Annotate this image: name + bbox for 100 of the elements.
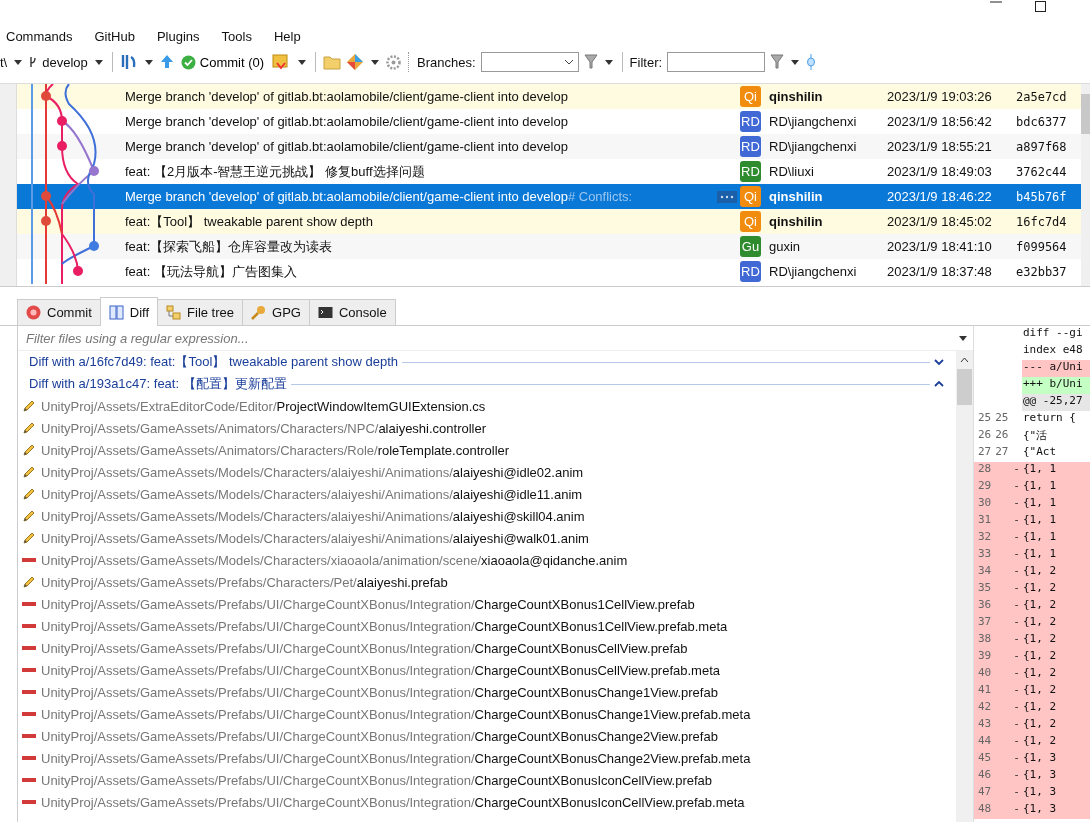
file-row[interactable]: UnityProj/Assets/GameAssets/Models/Characters/alaiyeshi/Animations/alaiyeshi@skill04.anim — [18, 505, 956, 527]
code-text: {1, 1 — [1022, 530, 1090, 547]
scrollbar-thumb[interactable] — [957, 369, 972, 405]
repository-label[interactable]: t\ — [0, 54, 8, 70]
commit-hash: bdc6377 — [1016, 114, 1067, 129]
file-row[interactable]: UnityProj/Assets/GameAssets/Models/Characters/xiaoaola/animation/scene/xiaoaola@qidanche.anim — [18, 549, 956, 571]
line-number: 39 — [978, 649, 992, 664]
filter-icon[interactable] — [583, 54, 598, 70]
line-number: 44 — [978, 734, 992, 749]
diff-group-header[interactable]: Diff with a/16fc7d49: feat:【Tool】 tweakable parent show depth — [18, 351, 956, 373]
caret-icon[interactable] — [791, 59, 800, 65]
tab[interactable]: File tree — [157, 299, 243, 325]
commit-row[interactable]: Merge branch 'develop' of gitlab.bt:aolamobile/client/game-client into develop# Conflicts: Qi qinshilin 2023/1/9 18:46:22 b45b76f — [17, 184, 1081, 209]
push-arrow-icon[interactable] — [159, 54, 174, 70]
commit-button[interactable]: Commit (0) — [178, 54, 267, 70]
code-text: @@ -25,27 — [1022, 394, 1090, 411]
file-row[interactable]: UnityProj/Assets/GameAssets/Animators/Characters/Role/roleTemplate.controller — [18, 439, 956, 461]
filter-icon[interactable] — [770, 54, 785, 70]
file-row[interactable]: UnityProj/Assets/GameAssets/Prefabs/Characters/Pet/alaiyeshi.prefab — [18, 571, 956, 593]
scrollbar-thumb[interactable] — [1081, 94, 1090, 134]
pencil-icon — [22, 509, 36, 523]
line-number: 36 — [978, 598, 992, 613]
line-number: 45 — [978, 751, 992, 766]
maximize-icon[interactable] — [1035, 1, 1046, 12]
code-text: {"活 — [1022, 428, 1049, 444]
removed-sign: - — [1013, 530, 1020, 545]
commit-row[interactable]: feat:【Tool】 tweakable parent show depth Qi qinshilin 2023/1/9 18:45:02 16fc7d4 — [17, 209, 1081, 234]
code-text: {1, 2 — [1022, 632, 1090, 649]
author-name: qinshilin — [769, 214, 824, 229]
commit-date: 2023/1/9 19:03:26 — [887, 89, 993, 104]
diff-group-header[interactable]: Diff with a/193a1c47: feat: 【配置】更新配置 — [18, 373, 956, 395]
caret-icon[interactable] — [604, 59, 613, 65]
menu-item[interactable]: Commands — [6, 28, 95, 44]
line-number: 25 — [978, 411, 992, 426]
scroll-up-icon[interactable] — [960, 357, 969, 363]
file-row[interactable]: UnityProj/Assets/GameAssets/Prefabs/UI/ChargeCountXBonus/Integration/ChargeCountXBonus1CellView.prefab — [18, 593, 956, 615]
file-row[interactable]: UnityProj/Assets/GameAssets/Prefabs/UI/ChargeCountXBonus/Integration/ChargeCountXBonusChange1View.prefab — [18, 681, 956, 703]
file-row[interactable]: UnityProj/Assets/GameAssets/Animators/Characters/NPC/alaiyeshi.controller — [18, 417, 956, 439]
line-number: 34 — [978, 564, 992, 579]
code-text: --- a/Uni — [1022, 360, 1090, 377]
commit-date: 2023/1/9 18:45:02 — [887, 214, 993, 229]
commit-hash: 2a5e7cd — [1016, 89, 1067, 104]
file-row[interactable]: UnityProj/Assets/GameAssets/Prefabs/UI/ChargeCountXBonus/Integration/ChargeCountXBonusCellView.prefab.meta — [18, 659, 956, 681]
caret-icon[interactable] — [371, 59, 380, 65]
file-row[interactable]: UnityProj/Assets/GameAssets/Models/Characters/alaiyeshi/Animations/alaiyeshi@idle11.anim — [18, 483, 956, 505]
author-avatar: Qi — [740, 86, 761, 107]
tab[interactable]: Diff — [99, 297, 159, 326]
branch-label[interactable]: develop — [42, 54, 88, 70]
tab[interactable]: GPG — [242, 299, 310, 325]
tab[interactable]: Commit — [17, 299, 101, 325]
file-row[interactable]: UnityProj/Assets/GameAssets/Prefabs/UI/ChargeCountXBonus/Integration/ChargeCountXBonusChange2View.prefab.meta — [18, 747, 956, 769]
branches-label: Branches: — [417, 54, 476, 70]
commit-date: 2023/1/9 18:37:48 — [887, 264, 993, 279]
file-row[interactable]: UnityProj/Assets/GameAssets/Prefabs/UI/ChargeCountXBonus/Integration/ChargeCountXBonusIconCellView.prefab.meta — [18, 791, 956, 813]
commit-date: 2023/1/9 18:41:10 — [887, 239, 993, 254]
caret-icon[interactable] — [298, 59, 307, 65]
caret-icon[interactable] — [959, 335, 967, 341]
line-number: 32 — [978, 530, 992, 545]
commit-hash: b45b76f — [1016, 189, 1067, 204]
author-name: qinshilin — [769, 189, 824, 204]
author-name: RD\jiangchenxi — [769, 139, 858, 154]
file-row[interactable]: UnityProj/Assets/GameAssets/Prefabs/UI/ChargeCountXBonus/Integration/ChargeCountXBonusChange1View.prefab.meta — [18, 703, 956, 725]
file-row[interactable]: UnityProj/Assets/GameAssets/Prefabs/UI/ChargeCountXBonus/Integration/ChargeCountXBonusIconCellView.prefab — [18, 769, 956, 791]
commit-row[interactable]: feat:【探索飞船】仓库容量改为读表 Gu guxin 2023/1/9 18:41:10 f099564 — [17, 234, 1081, 259]
file-row[interactable]: UnityProj/Assets/GameAssets/Prefabs/UI/ChargeCountXBonus/Integration/ChargeCountXBonusCellView.prefab — [18, 637, 956, 659]
commit-dot — [41, 91, 51, 101]
filter-field[interactable] — [667, 52, 766, 72]
more-icon[interactable] — [717, 190, 737, 203]
code-text: {1, 2 — [1022, 717, 1090, 734]
removed-sign: - — [1013, 615, 1020, 630]
file-row[interactable]: UnityProj/Assets/GameAssets/Prefabs/UI/ChargeCountXBonus/Integration/ChargeCountXBonus1CellView.prefab.meta — [18, 615, 956, 637]
settings-icon[interactable] — [386, 54, 402, 70]
menu-item[interactable]: Help — [273, 28, 323, 44]
caret-icon[interactable] — [14, 59, 23, 65]
file-row[interactable]: UnityProj/Assets/GameAssets/Models/Characters/alaiyeshi/Animations/alaiyeshi@walk01.anim — [18, 527, 956, 549]
file-row[interactable]: UnityProj/Assets/ExtraEditorCode/Editor/ProjectWindowItemGUIExtension.cs — [18, 395, 956, 417]
menu-item[interactable]: Plugins — [156, 28, 222, 44]
file-path: UnityProj/Assets/GameAssets/Prefabs/UI/ChargeCountXBonus/Integration/ChargeCountXBonusChange1View.prefab.meta — [41, 706, 751, 722]
commit-row[interactable]: Merge branch 'develop' of gitlab.bt:aolamobile/client/game-client into develop Qi qinshilin 2023/1/9 19:03:26 2a5e7cd — [17, 84, 1081, 109]
chevron-down-icon[interactable] — [563, 59, 574, 65]
code-text: {1, 2 — [1022, 615, 1090, 632]
tab[interactable]: Console — [308, 299, 396, 325]
file-row[interactable]: UnityProj/Assets/GameAssets/Models/Characters/alaiyeshi/Animations/alaiyeshi@idle02.anim — [18, 461, 956, 483]
line-number: 48 — [978, 802, 992, 817]
file-row[interactable]: UnityProj/Assets/GameAssets/Prefabs/UI/ChargeCountXBonus/Integration/ChargeCountXBonusChange2View.prefab — [18, 725, 956, 747]
key-icon — [251, 305, 266, 320]
menu-item[interactable]: Tools — [221, 28, 274, 44]
pull-icon[interactable] — [119, 53, 138, 71]
collapse-chevron-icon[interactable] — [934, 381, 944, 387]
menu-item[interactable]: GitHub — [94, 28, 157, 44]
caret-icon[interactable] — [144, 59, 153, 65]
diamond-icon[interactable] — [346, 53, 365, 71]
commit-hash: 16fc7d4 — [1016, 214, 1067, 229]
caret-icon[interactable] — [94, 59, 103, 65]
author-name: guxin — [769, 239, 802, 254]
expand-chevron-icon[interactable] — [934, 359, 944, 365]
author-avatar: RD — [740, 136, 761, 157]
code-text: return { — [1022, 411, 1077, 426]
commit-row[interactable]: Merge branch 'develop' of gitlab.bt:aolamobile/client/game-client into develop RD RD\jiangchenxi 2023/1/9 18:55:21 a897f68 — [17, 134, 1081, 159]
commit-message: feat: 【玩法导航】广告图集入 — [125, 262, 298, 281]
